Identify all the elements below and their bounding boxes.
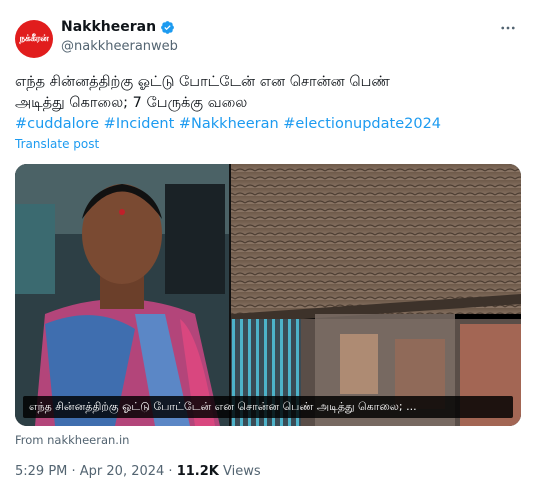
preview-image — [15, 164, 521, 426]
tweet-meta: 5:29 PM · Apr 20, 2024 · 11.2K Views — [15, 464, 261, 479]
translate-post-link[interactable]: Translate post — [15, 137, 99, 151]
views-label: Views — [218, 464, 261, 479]
link-source[interactable]: From nakkheeran.in — [15, 433, 129, 447]
views-count: 11.2K — [176, 464, 219, 479]
tweet-card: நக்கீரன் Nakkheeran @nakkheeranweb எந்த … — [0, 0, 535, 490]
tweet-text-line-1: எந்த சின்னத்திற்கு ஓட்டு போட்டேன் என சொன… — [15, 74, 390, 90]
avatar-logo-text: நக்கீரன் — [19, 33, 49, 44]
tweet-text: எந்த சின்னத்திற்கு ஓட்டு போட்டேன் என சொன… — [15, 72, 520, 135]
avatar[interactable]: நக்கீரன் — [15, 20, 53, 58]
verified-badge-icon[interactable] — [160, 20, 175, 35]
author-handle[interactable]: @nakkheeranweb — [61, 39, 178, 54]
link-preview-media[interactable]: எந்த சின்னத்திற்கு ஓட்டு போட்டேன் என சொன… — [15, 164, 521, 426]
media-caption: எந்த சின்னத்திற்கு ஓட்டு போட்டேன் என சொன… — [23, 396, 513, 418]
author-display-name[interactable]: Nakkheeran — [61, 19, 156, 35]
more-options-icon[interactable] — [499, 19, 517, 41]
author-name-row: Nakkheeran — [61, 19, 175, 35]
tweet-hashtags[interactable]: #cuddalore #Incident #Nakkheeran #electi… — [15, 114, 520, 135]
tweet-text-line-2: அடித்து கொலை; 7 பேருக்கு வலை — [15, 95, 248, 111]
tweet-timestamp[interactable]: 5:29 PM · Apr 20, 2024 · — [15, 464, 177, 479]
